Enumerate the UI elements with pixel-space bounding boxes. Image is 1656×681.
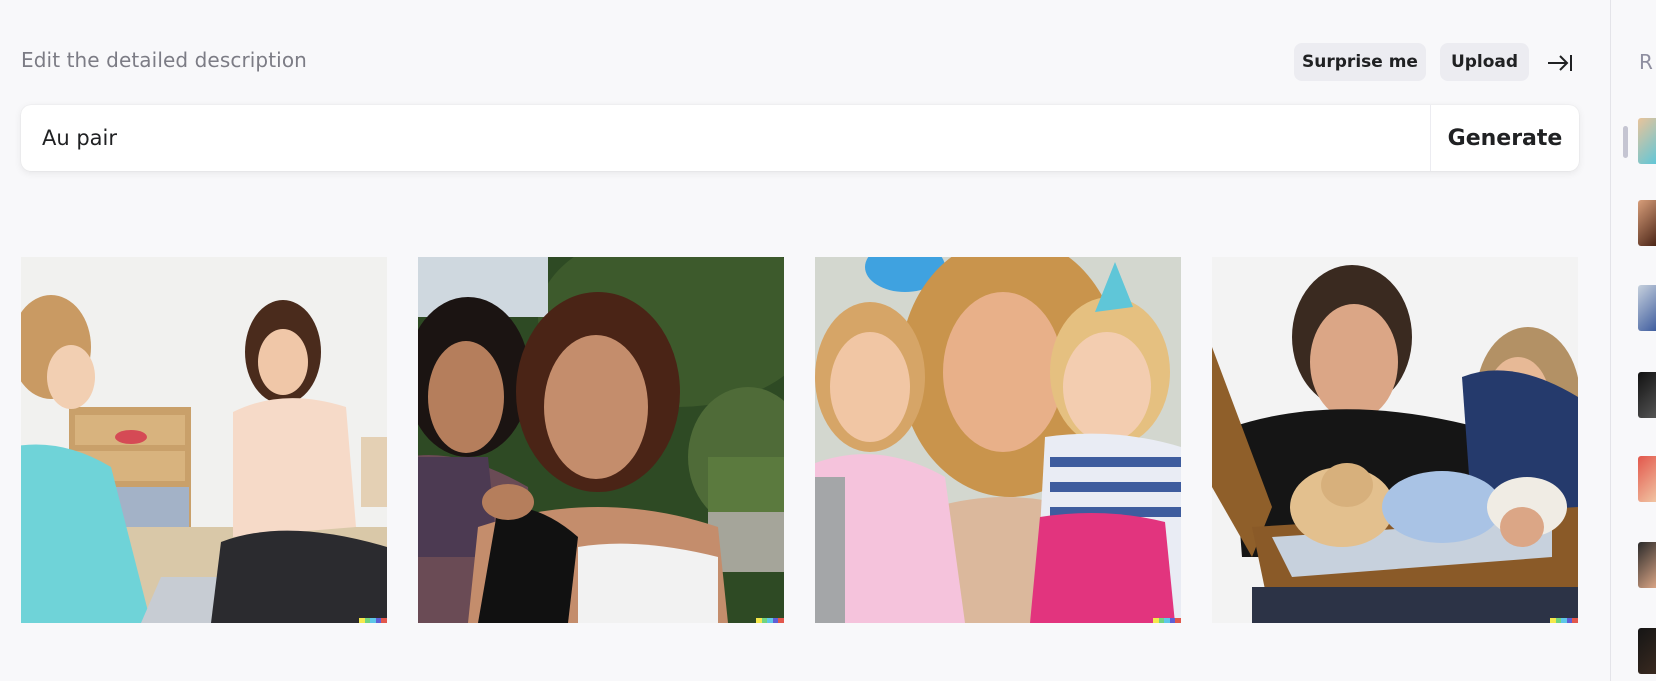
signature-mark <box>1153 618 1181 623</box>
upload-button[interactable]: Upload <box>1440 43 1529 81</box>
generate-button[interactable]: Generate <box>1431 105 1579 171</box>
sidebar-heading: R <box>1639 50 1653 74</box>
signature-mark <box>1550 618 1578 623</box>
signature-mark <box>756 618 784 623</box>
history-thumbnail[interactable] <box>1638 628 1656 674</box>
history-thumbnail[interactable] <box>1638 456 1656 502</box>
result-image-4[interactable] <box>1212 257 1578 623</box>
history-thumbnail[interactable] <box>1638 200 1656 246</box>
collapse-panel-icon[interactable] <box>1546 50 1574 76</box>
signature-mark <box>359 618 387 623</box>
sidebar-scrollbar[interactable] <box>1623 126 1628 158</box>
result-image-2[interactable] <box>418 257 784 623</box>
top-bar <box>0 0 1610 14</box>
history-thumbnail[interactable] <box>1638 542 1656 588</box>
history-thumbnail[interactable] <box>1638 285 1656 331</box>
result-image-1[interactable] <box>21 257 387 623</box>
history-sidebar: R <box>1610 0 1656 681</box>
prompt-input[interactable] <box>42 105 1402 171</box>
surprise-me-button[interactable]: Surprise me <box>1294 43 1426 81</box>
prompt-bar: Generate <box>21 105 1579 171</box>
result-image-3[interactable] <box>815 257 1181 623</box>
edit-description-label: Edit the detailed description <box>21 48 307 72</box>
history-thumbnail[interactable] <box>1638 372 1656 418</box>
history-thumbnail[interactable] <box>1638 118 1656 164</box>
